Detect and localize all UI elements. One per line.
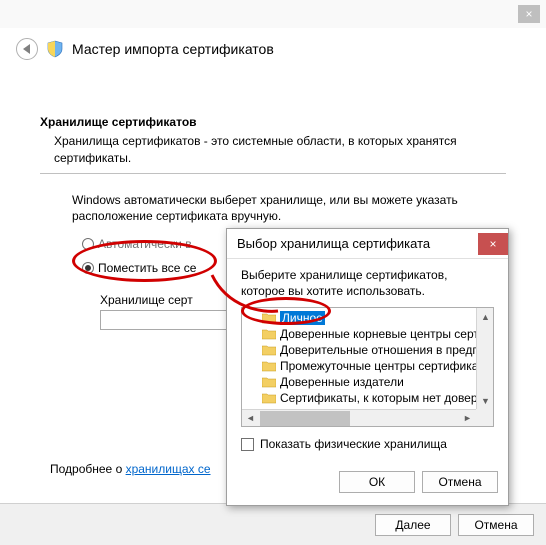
tree-item-enterprise-trust[interactable]: Доверительные отношения в предпри [242,342,493,358]
learn-prefix: Подробнее о [50,462,126,476]
section-desc: Хранилища сертификатов - это системные о… [54,133,506,167]
section-title: Хранилище сертификатов [40,115,506,129]
show-physical-checkbox[interactable] [241,438,254,451]
scroll-up-icon[interactable]: ▲ [477,308,494,325]
folder-icon [262,377,276,388]
tree-label: Доверительные отношения в предпри [280,343,492,357]
scroll-thumb[interactable] [260,411,350,426]
body-text: Windows автоматически выберет хранилище,… [72,192,506,226]
vertical-scrollbar[interactable]: ▲ ▼ [476,308,493,409]
outer-close-btn[interactable]: × [518,5,540,23]
tree-label: Доверенные издатели [280,375,404,389]
scroll-corner [476,409,493,426]
learn-link[interactable]: хранилищах се [126,462,211,476]
divider [40,173,506,174]
modal-cancel-button[interactable]: Отмена [422,471,498,493]
scroll-left-icon[interactable]: ◄ [242,410,259,427]
folder-icon [262,345,276,356]
back-button[interactable] [16,38,38,60]
wizard-header: Мастер импорта сертификатов [0,28,546,60]
folder-icon [262,393,276,404]
tree-label: Промежуточные центры сертификации [280,359,494,373]
scroll-right-icon[interactable]: ► [459,410,476,427]
tree-box: Личное Доверенные корневые центры сертиф… [241,307,494,427]
wizard-title: Мастер импорта сертификатов [72,41,274,57]
tree-item-intermediate-ca[interactable]: Промежуточные центры сертификации [242,358,493,374]
next-button[interactable]: Далее [375,514,451,536]
modal-title: Выбор хранилища сертификата [237,236,430,251]
annotation-connector [168,253,298,323]
tree-item-trusted-publishers[interactable]: Доверенные издатели [242,374,493,390]
back-arrow-icon [23,44,30,54]
modal-close-button[interactable]: × [478,233,508,255]
show-physical-row[interactable]: Показать физические хранилища [241,437,494,451]
tree-item-untrusted[interactable]: Сертификаты, к которым нет довери [242,390,493,406]
show-physical-label: Показать физические хранилища [260,437,447,451]
wizard-footer: Далее Отмена [0,503,546,545]
scroll-down-icon[interactable]: ▼ [477,392,494,409]
horizontal-scrollbar[interactable]: ◄ ► [242,409,476,426]
modal-ok-button[interactable]: ОК [339,471,415,493]
shield-icon [46,40,64,58]
tree-label: Доверенные корневые центры сертиф [280,327,494,341]
tree-item-root-ca[interactable]: Доверенные корневые центры сертиф [242,326,493,342]
folder-icon [262,361,276,372]
folder-icon [262,329,276,340]
tree-label: Сертификаты, к которым нет довери [280,391,484,405]
wizard-cancel-button[interactable]: Отмена [458,514,534,536]
